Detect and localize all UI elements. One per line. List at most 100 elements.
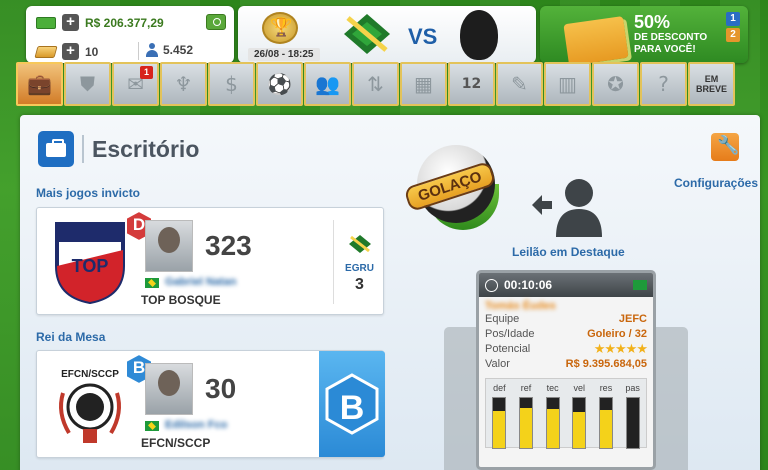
manager-avatar xyxy=(145,220,193,272)
stat-label: vel xyxy=(573,383,586,393)
stat-def: def xyxy=(488,383,510,449)
club-name[interactable]: EFCN/SCCP xyxy=(141,436,210,450)
vs-label: VS xyxy=(408,24,438,49)
potential-label: Potencial xyxy=(485,343,531,355)
whistle-icon: ✎ xyxy=(511,72,528,96)
nav-awards[interactable]: ✪ xyxy=(592,62,639,106)
nav-players[interactable]: 👥 xyxy=(304,62,351,106)
settings-button[interactable]: 🔧 xyxy=(711,133,739,161)
add-gold-button[interactable]: + xyxy=(62,43,79,60)
manager-name[interactable]: Gabriel Natan xyxy=(165,276,237,288)
money-row: + R$ 206.377,29 xyxy=(36,14,164,31)
nav-help[interactable]: ? xyxy=(640,62,687,106)
mail-count-badge: 1 xyxy=(140,66,153,79)
featured-auction-card[interactable]: 00:10:06 Tomás Éudes Equipe JEFC Pos/Ida… xyxy=(476,270,656,470)
nav-messages[interactable]: ✉ 1 xyxy=(112,62,159,106)
nav-statistics[interactable]: ▥ xyxy=(544,62,591,106)
transfer-icon: ⇅ xyxy=(367,72,384,96)
king-count: 30 xyxy=(205,373,237,404)
promo-percent: 50% xyxy=(634,12,671,32)
nav-trophies[interactable]: ♆ xyxy=(160,62,207,106)
division-letter: B xyxy=(339,389,365,427)
stat-vel: vel xyxy=(568,383,590,449)
brazil-flag-icon xyxy=(633,280,647,290)
nav-finance[interactable]: $ xyxy=(208,62,255,106)
manager-name[interactable]: Edilson Fco xyxy=(165,419,227,431)
club-name[interactable]: TOP BOSQUE xyxy=(141,293,221,307)
person-silhouette-icon xyxy=(556,179,602,237)
stat-bar xyxy=(545,397,560,449)
wallet-panel: + R$ 206.377,29 + 10 5.452 xyxy=(26,6,234,63)
nav-match[interactable]: ⚽ xyxy=(256,62,303,106)
discount-promo[interactable]: 50% DE DESCONTO PARA VOCÊ! 1 2 xyxy=(540,6,748,63)
ball-icon: ⚽ xyxy=(267,72,292,96)
potential-stars-icon: ★★★★★ xyxy=(593,342,648,357)
shield-icon: ⛊ xyxy=(80,72,95,96)
people-icon: 👥 xyxy=(315,72,340,96)
nav-office[interactable]: 💼 xyxy=(16,62,63,106)
player-name[interactable]: Tomás Éudes xyxy=(479,297,653,312)
coming-soon-label: EM BREVE xyxy=(695,74,727,94)
nav-calendar[interactable]: 12 xyxy=(448,62,495,106)
user-icon xyxy=(146,43,158,57)
divider xyxy=(138,42,139,60)
page-title: Escritório xyxy=(92,135,200,162)
division-badge: B xyxy=(319,351,385,457)
promo-cards-icon xyxy=(563,16,629,63)
promo-page-1[interactable]: 1 xyxy=(726,12,740,26)
stat-label: def xyxy=(493,383,506,393)
brazil-flag-icon xyxy=(145,278,159,288)
brazil-flag-icon xyxy=(145,421,159,431)
next-match-panel[interactable]: 26/08 - 18:25 VS xyxy=(238,6,536,63)
unbeaten-count: 323 xyxy=(205,230,252,261)
stat-label: pas xyxy=(625,383,640,393)
value-label: Valor xyxy=(485,358,510,370)
stat-pas: pas xyxy=(622,383,644,449)
nav-club[interactable]: ⛊ xyxy=(64,62,111,106)
club-logo: TOP xyxy=(55,222,125,304)
stat-ref: ref xyxy=(515,383,537,449)
king-card[interactable]: EFCN/SCCP B 30 Edilson Fco EFCN/SCCP B xyxy=(36,350,385,458)
money-balance: R$ 206.377,29 xyxy=(85,15,164,30)
online-users: 5.452 xyxy=(146,43,193,57)
match-date: 26/08 - 18:25 xyxy=(248,48,320,61)
stat-fill xyxy=(573,412,586,448)
club-logo: EFCN/SCCP xyxy=(59,369,121,443)
nav-stadium[interactable]: ▦ xyxy=(400,62,447,106)
stat-bar xyxy=(572,397,587,449)
stat-tec: tec xyxy=(542,383,564,449)
unbeaten-card[interactable]: TOP D 323 Gabriel Natan TOP BOSQUE EGRU … xyxy=(36,207,384,315)
rival-count: 3 xyxy=(355,276,364,293)
add-money-button[interactable]: + xyxy=(62,14,79,31)
rival-info[interactable]: EGRU 3 xyxy=(333,220,385,304)
home-team-logo xyxy=(344,14,390,54)
nav-transfers[interactable]: ⇅ xyxy=(352,62,399,106)
value-row: Valor R$ 9.395.684,05 xyxy=(479,357,653,372)
arrow-left-icon xyxy=(532,195,552,215)
position-value: Goleiro / 32 xyxy=(587,328,647,340)
gold-row: + 10 xyxy=(34,43,98,60)
main-navigation: 💼 ⛊ ✉ 1 ♆ $ ⚽ 👥 ⇅ ▦ 12 ✎ ▥ ✪ ? EM BREVE xyxy=(16,62,742,106)
team-row: Equipe JEFC xyxy=(479,312,653,327)
stat-fill xyxy=(493,410,506,448)
position-row: Pos/Idade Goleiro / 32 xyxy=(479,327,653,342)
promo-page-2[interactable]: 2 xyxy=(726,28,740,42)
promo-text: DE DESCONTO PARA VOCÊ! xyxy=(634,32,708,55)
featured-auction-link[interactable]: Leilão em Destaque xyxy=(512,245,625,259)
section-king-title: Rei da Mesa xyxy=(36,330,106,344)
trophy-icon: ♆ xyxy=(174,72,193,96)
stat-fill xyxy=(599,410,612,448)
golaco-button[interactable]: GOLAÇO xyxy=(403,140,505,240)
briefcase-icon: 💼 xyxy=(27,72,52,96)
stat-label: tec xyxy=(546,383,559,393)
cash-exchange-icon[interactable] xyxy=(206,14,226,30)
clock-icon xyxy=(485,278,498,292)
nav-training[interactable]: ✎ xyxy=(496,62,543,106)
wrench-icon: 🔧 xyxy=(717,135,740,156)
help-icon: ? xyxy=(658,72,669,96)
position-label: Pos/Idade xyxy=(485,328,535,340)
away-team-logo xyxy=(460,10,498,60)
stat-res: res xyxy=(595,383,617,449)
settings-link[interactable]: Configurações xyxy=(674,176,758,190)
potential-row: Potencial ★★★★★ xyxy=(479,342,653,357)
